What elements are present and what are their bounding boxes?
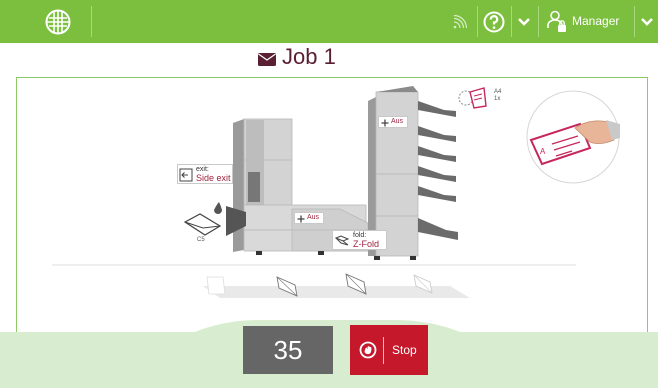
envelope-feeder-icon	[183, 202, 222, 236]
exit-icon	[179, 168, 193, 182]
stop-label: Stop	[392, 343, 417, 357]
fold-icon	[335, 235, 349, 246]
upper-station-tag[interactable]: Aus	[378, 116, 408, 128]
svg-text:A: A	[540, 147, 546, 156]
document-count-label: 1x	[494, 96, 501, 102]
exit-value: Side exit	[196, 173, 231, 183]
stop-hand-icon	[359, 341, 377, 359]
hand-insert-icon	[458, 87, 487, 109]
document-size-label: A4	[494, 89, 502, 95]
fold-setting-tag[interactable]: fold: Z-Fold	[332, 230, 387, 250]
plus-icon	[297, 215, 305, 223]
upper-station-label: Aus	[391, 118, 404, 125]
lower-station-tag[interactable]: Aus	[294, 212, 324, 224]
envelope-size-label: C5	[197, 237, 205, 243]
document-scan-illustration: A	[526, 90, 620, 184]
stop-button[interactable]: Stop	[350, 325, 428, 375]
fold-value: Z-Fold	[353, 239, 380, 249]
stop-divider	[383, 337, 384, 364]
plus-icon	[381, 119, 389, 127]
processed-counter: 35	[243, 326, 333, 374]
lower-station-label: Aus	[307, 214, 320, 221]
exit-setting-tag[interactable]: exit: Side exit	[177, 164, 233, 184]
